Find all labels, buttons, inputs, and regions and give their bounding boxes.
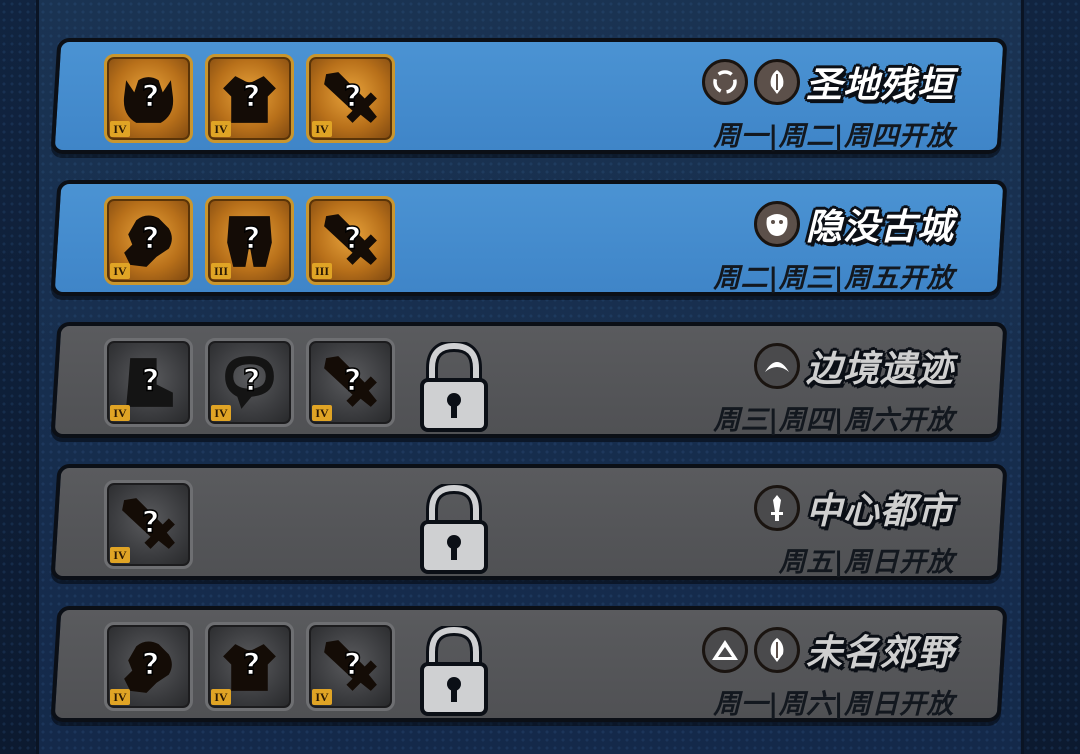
svg-text:?: ? [142, 364, 160, 399]
svg-text:?: ? [344, 222, 362, 257]
open-schedule: 周三|周四|周六开放 [713, 405, 954, 436]
tier-badge: III [211, 263, 232, 279]
dungeon-info: 未名郊野周一|周六|周日开放 [701, 624, 954, 721]
reward-slot[interactable]: ? III [205, 196, 294, 285]
reward-slot[interactable]: ? IV [306, 622, 395, 711]
tier-badge: IV [211, 689, 231, 705]
wing-element-icon [753, 627, 800, 673]
dungeon-name: 未名郊野 [805, 633, 954, 674]
svg-text:?: ? [142, 80, 160, 115]
reward-slot[interactable]: ? III [306, 196, 395, 285]
dungeon-panel[interactable]: ? IV? IV? IV 未名郊野 周一|周六|周日开放 [50, 606, 1008, 722]
svg-text:?: ? [243, 80, 261, 115]
svg-text:?: ? [243, 222, 261, 257]
blade-element-icon [753, 485, 800, 531]
dungeon-name: 中心都市 [805, 491, 954, 532]
beast-element-icon [753, 201, 800, 247]
tier-badge: IV [312, 121, 332, 137]
tier-badge: IV [312, 689, 332, 705]
reward-slot[interactable]: ? IV [104, 54, 193, 143]
reward-slot[interactable]: ? IV [104, 480, 193, 569]
triangle-element-icon [701, 627, 748, 673]
dungeon-info: 圣地残垣周一|周二|周四开放 [701, 56, 954, 153]
tier-badge: IV [110, 263, 130, 279]
open-schedule: 周五|周日开放 [778, 547, 954, 578]
reward-list: ? IV? IV? IV [104, 338, 395, 427]
svg-text:?: ? [344, 364, 362, 399]
reward-slot[interactable]: ? IV [205, 338, 294, 427]
svg-text:?: ? [344, 648, 362, 683]
svg-text:?: ? [142, 648, 160, 683]
padlock-icon [418, 481, 490, 576]
tier-badge: IV [312, 405, 332, 421]
dungeon-name: 圣地残垣 [805, 65, 954, 106]
svg-text:?: ? [344, 80, 362, 115]
reward-list: ? IV [104, 480, 193, 569]
reward-slot[interactable]: ? IV [306, 54, 395, 143]
tier-badge: III [312, 263, 333, 279]
dungeon-panel[interactable]: ? IV 中心都市周五|周日开放 [50, 464, 1008, 580]
crescent-element-icon [753, 343, 800, 389]
reward-slot[interactable]: ? IV [104, 338, 193, 427]
dungeon-info: 隐没古城周二|周三|周五开放 [713, 198, 954, 295]
svg-text:?: ? [243, 648, 261, 683]
svg-text:?: ? [142, 222, 160, 257]
dungeon-info: 中心都市周五|周日开放 [753, 482, 954, 579]
dungeon-name: 隐没古城 [805, 207, 954, 248]
open-schedule: 周二|周三|周五开放 [713, 263, 954, 294]
dungeon-name: 边境遗迹 [805, 349, 954, 390]
reward-list: ? IV? IV? IV [104, 622, 395, 711]
dungeon-panel[interactable]: ? IV? IV? IV 边境遗迹 周三|周四|周六开放 [50, 322, 1008, 438]
tier-badge: IV [110, 405, 130, 421]
dungeon-info: 边境遗迹周三|周四|周六开放 [713, 340, 954, 437]
tier-badge: IV [110, 689, 130, 705]
padlock-icon [418, 339, 490, 434]
swirl-element-icon [701, 59, 748, 105]
dungeon-panel[interactable]: ? IV? IV? IV 圣地残垣 周一|周二|周四开放 [50, 38, 1008, 154]
padlock-icon [418, 623, 490, 718]
open-schedule: 周一|周二|周四开放 [713, 121, 954, 152]
wing-element-icon [753, 59, 800, 105]
reward-slot[interactable]: ? IV [104, 196, 193, 285]
open-schedule: 周一|周六|周日开放 [713, 689, 954, 720]
tier-badge: IV [110, 547, 130, 563]
tier-badge: IV [211, 405, 231, 421]
tier-badge: IV [110, 121, 130, 137]
reward-slot[interactable]: ? IV [205, 622, 294, 711]
tier-badge: IV [211, 121, 231, 137]
reward-slot[interactable]: ? IV [306, 338, 395, 427]
dungeon-panel[interactable]: ? IV? III? III 隐没古城 周二|周三|周五开放 [50, 180, 1008, 296]
reward-slot[interactable]: ? IV [205, 54, 294, 143]
svg-text:?: ? [243, 364, 261, 399]
svg-text:?: ? [142, 506, 160, 541]
reward-list: ? IV? III? III [104, 196, 395, 285]
reward-list: ? IV? IV? IV [104, 54, 395, 143]
reward-slot[interactable]: ? IV [104, 622, 193, 711]
